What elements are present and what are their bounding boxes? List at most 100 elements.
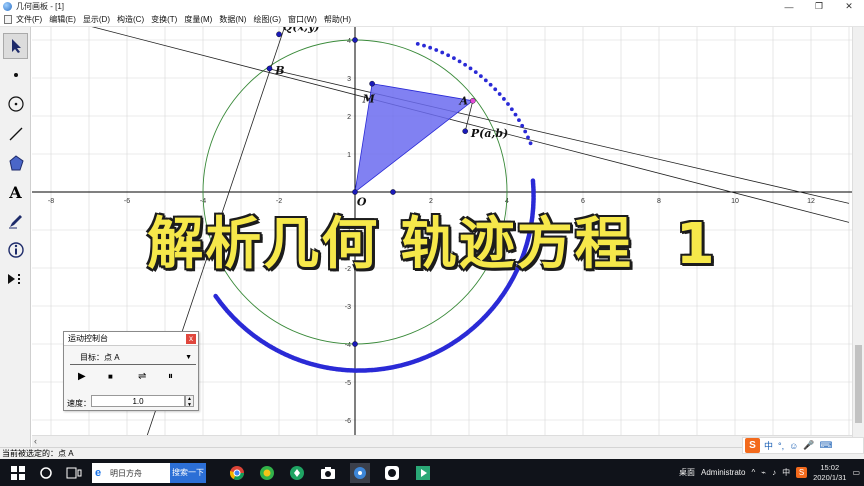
locus-dot xyxy=(506,102,510,106)
menu-construct[interactable]: 构造(C) xyxy=(117,14,144,25)
y-tick-label: -3 xyxy=(345,304,351,311)
point-p[interactable] xyxy=(462,128,469,134)
menu-transform[interactable]: 变换(T) xyxy=(151,14,177,25)
pause-button[interactable]: ⏸ xyxy=(168,370,173,384)
speed-label: 速度： xyxy=(67,399,91,408)
clock[interactable]: 15:02 2020/1/31 xyxy=(813,463,846,483)
speed-spinner[interactable]: ▲ ▼ xyxy=(185,395,194,408)
point-o[interactable] xyxy=(352,189,358,195)
locus-dot xyxy=(446,53,451,58)
point-m[interactable] xyxy=(369,80,375,87)
browser-e-icon: e xyxy=(95,467,102,479)
menu-window[interactable]: 窗口(W) xyxy=(288,14,317,25)
restore-button[interactable]: ❐ xyxy=(804,0,834,13)
locus-dot xyxy=(483,78,488,83)
label-b: B xyxy=(274,64,284,77)
label-q: Q(x,y) xyxy=(283,27,320,34)
compass-tool-icon xyxy=(7,96,24,112)
y-tick-label: -5 xyxy=(345,380,351,387)
network-icon[interactable]: ⌁ xyxy=(761,468,766,477)
ime-tray-language[interactable]: 中 xyxy=(782,467,790,478)
ime-punctuation-icon[interactable]: °, xyxy=(778,441,784,451)
menu-measure[interactable]: 度量(M) xyxy=(184,14,212,25)
notification-icon[interactable]: ▭ xyxy=(852,468,860,477)
target-select[interactable]: 目标：点 A ▼ xyxy=(70,351,196,365)
windows-start-icon[interactable] xyxy=(8,463,28,483)
taskbar: e 明日方舟 搜索一下 桌面 Administrato ^ ⌁ ♪ 中 S 15… xyxy=(0,459,864,486)
task-view-icon[interactable] xyxy=(64,463,84,483)
locus-dot xyxy=(502,97,506,101)
green-app-icon[interactable] xyxy=(287,463,307,483)
polygon-tool-icon xyxy=(8,155,24,171)
clock-time: 15:02 xyxy=(820,462,840,472)
emoji-icon[interactable]: ☺ xyxy=(789,441,798,451)
scroll-left-icon[interactable]: ‹ xyxy=(34,436,37,446)
y-tick-label: 3 xyxy=(347,76,351,83)
volume-icon[interactable]: ♪ xyxy=(772,468,776,477)
horizontal-scrollbar[interactable]: ‹ xyxy=(32,435,852,447)
point-y4[interactable] xyxy=(352,37,358,43)
cortana-search-icon[interactable] xyxy=(36,463,56,483)
panel-close-button[interactable]: x xyxy=(186,334,196,344)
video-overlay-title: 解析几何 轨迹方程 1 xyxy=(147,212,717,277)
locus-dot xyxy=(528,141,533,146)
arrow-select-tool-icon xyxy=(11,39,21,53)
taskbar-search-box[interactable]: e 明日方舟 搜索一下 xyxy=(92,463,206,483)
menu-file[interactable]: 文件(F) xyxy=(16,14,42,25)
play-button[interactable]: ▶ xyxy=(78,370,86,384)
polygon-tool[interactable] xyxy=(3,150,28,176)
point-x1[interactable] xyxy=(390,189,396,195)
user-name[interactable]: Administrato xyxy=(701,468,745,477)
compass-tool[interactable] xyxy=(3,91,28,117)
sogou-logo-icon[interactable]: S xyxy=(745,438,760,453)
search-button[interactable]: 搜索一下 xyxy=(170,463,206,483)
motion-controls: ▶ ■ ⇌ ⏸ xyxy=(74,370,184,384)
tray-expand-icon[interactable]: ^ xyxy=(751,468,755,477)
camera-icon[interactable] xyxy=(318,463,338,483)
360-browser-icon[interactable] xyxy=(257,463,277,483)
locus-dot xyxy=(520,123,525,128)
reverse-button[interactable]: ⇌ xyxy=(138,370,146,384)
panel-title: 运动控制台 xyxy=(64,332,198,346)
menu-bar: 文件(F) 编辑(E) 显示(D) 构造(C) 变换(T) 度量(M) 数据(N… xyxy=(0,13,864,27)
locus-dot xyxy=(473,70,478,75)
minimize-button[interactable]: — xyxy=(774,0,804,13)
status-bar: 当前被选定的：点 A xyxy=(0,447,864,459)
menu-number[interactable]: 数据(N) xyxy=(219,14,246,25)
ime-language[interactable]: 中 xyxy=(764,439,773,452)
point-tool[interactable] xyxy=(3,62,28,88)
point-b[interactable] xyxy=(266,65,273,72)
point-q[interactable] xyxy=(276,31,282,38)
locus-dot xyxy=(497,92,502,96)
straightedge-tool[interactable] xyxy=(3,121,28,147)
locus-dot xyxy=(478,74,483,79)
desktop-toolbar[interactable]: 桌面 xyxy=(679,467,695,478)
stop-button[interactable]: ■ xyxy=(108,370,113,384)
menu-graph[interactable]: 绘图(G) xyxy=(253,14,281,25)
point-y-neg4[interactable] xyxy=(352,341,358,347)
green-play-app-icon[interactable] xyxy=(413,463,433,483)
microphone-icon[interactable]: 🎤 xyxy=(803,440,814,451)
locus-dot xyxy=(440,50,445,55)
title-bar: 几何画板 - [1] — ❐ ✕ xyxy=(0,0,864,13)
menu-edit[interactable]: 编辑(E) xyxy=(49,14,76,25)
menu-help[interactable]: 帮助(H) xyxy=(324,14,351,25)
search-query: 明日方舟 xyxy=(110,468,142,478)
y-tick-label: -4 xyxy=(345,342,351,349)
geometry-sketchpad-icon[interactable] xyxy=(350,463,370,483)
menu-display[interactable]: 显示(D) xyxy=(83,14,110,25)
locus-dot xyxy=(422,43,426,48)
keyboard-icon[interactable]: ⌨ xyxy=(820,440,833,451)
locus-dot xyxy=(457,59,462,64)
label-m: M xyxy=(362,93,376,106)
chrome-icon[interactable] xyxy=(227,463,247,483)
locus-dot xyxy=(452,56,456,61)
line-through-q[interactable] xyxy=(70,27,850,223)
vertical-scroll-thumb[interactable] xyxy=(855,345,862,423)
arrow-select-tool[interactable] xyxy=(3,33,28,59)
sogou-tray-icon[interactable]: S xyxy=(796,467,808,478)
screen-recorder-icon[interactable] xyxy=(382,463,402,483)
point-a[interactable] xyxy=(469,98,476,104)
close-button[interactable]: ✕ xyxy=(834,0,864,13)
speed-input[interactable]: 1.0 xyxy=(91,395,185,407)
